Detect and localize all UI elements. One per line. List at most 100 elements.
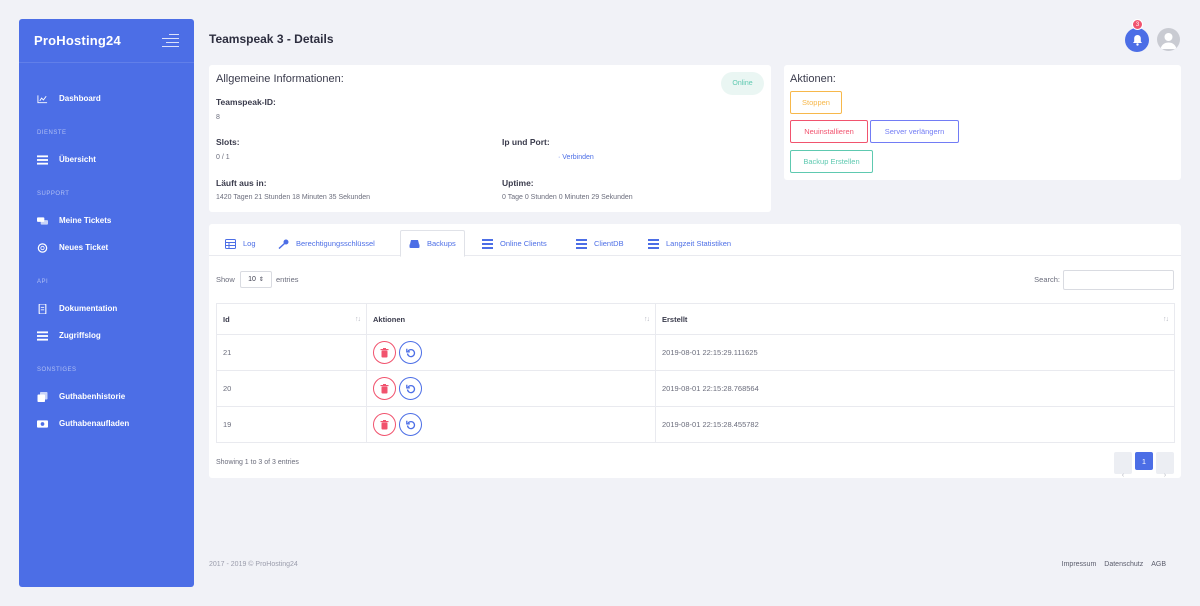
list-icon [37,154,48,165]
sidebar-nav: Dashboard DIENSTE Übersicht SUPPORT Mein… [19,63,194,437]
tab-clientdb[interactable]: ClientDB [576,230,624,257]
sidebar-item-label: Übersicht [59,155,96,164]
footer-link-datenschutz[interactable]: Datenschutz [1104,561,1143,568]
column-header-label: Erstellt [662,314,688,324]
uptime-value: 0 Tage 0 Stunden 0 Minuten 29 Sekunden [502,194,633,201]
pagination-prev-button[interactable]: ‹ [1114,452,1132,479]
column-header-aktionen[interactable]: Aktionen ↑↓ [366,303,656,335]
copyright: 2017 - 2019 © ProHosting24 [209,561,298,568]
sidebar-item-zugriffslog[interactable]: Zugriffslog [19,322,194,349]
table-row: 21 2019-08-01 22:15:29.111625 [216,334,1175,371]
tab-online-clients[interactable]: Online Clients [482,230,547,257]
entries-label: entries [276,275,299,284]
cell-id: 19 [216,406,367,443]
history-icon [37,391,48,402]
cell-created: 2019-08-01 22:15:28.455782 [655,406,1175,443]
chevron-right-icon: › [1163,469,1167,479]
extend-server-button[interactable]: Server verlängern [870,120,959,143]
restore-backup-button[interactable] [399,341,423,364]
sidebar-item-dashboard[interactable]: Dashboard [19,85,194,112]
delete-backup-button[interactable] [373,413,396,436]
tab-label: Backups [427,239,456,248]
notification-badge: 3 [1132,19,1143,30]
notifications-button[interactable] [1125,28,1149,52]
avatar[interactable] [1157,28,1180,51]
tab-backups[interactable]: Backups [400,230,465,257]
page-size-select[interactable]: 10 ⇕ [240,271,272,288]
column-header-id[interactable]: Id ↑↓ [216,303,367,335]
restore-icon [405,348,415,357]
database-icon [409,239,420,249]
sidebar-item-neues-ticket[interactable]: Neues Ticket [19,234,194,261]
cell-actions [366,334,656,371]
restore-backup-button[interactable] [399,413,423,436]
delete-backup-button[interactable] [373,377,396,400]
sidebar-item-label: Dashboard [59,94,101,103]
table-row: 20 2019-08-01 22:15:28.768564 [216,370,1175,407]
sidebar-item-dokumentation[interactable]: Dokumentation [19,295,194,322]
brand-logo[interactable]: ProHosting24 [34,33,121,48]
tab-berechtigungsschluessel[interactable]: Berechtigungsschlüssel [278,230,375,257]
list-icon [648,238,659,249]
page-size-value: 10 [248,276,256,283]
restore-icon [405,420,415,429]
backups-card: Log Berechtigungsschlüssel Backups Onlin… [209,224,1181,479]
connect-link[interactable]: · Verbinden [558,154,594,161]
expires-label: Läuft aus in: [216,178,267,188]
sidebar-item-label: Dokumentation [59,304,118,313]
stop-button[interactable]: Stoppen [790,91,842,114]
footer-link-impressum[interactable]: Impressum [1062,561,1097,568]
info-card-title: Allgemeine Informationen: [216,73,344,85]
cell-id: 20 [216,370,367,407]
money-icon [37,419,48,428]
sort-updown-icon: ⇕ [258,277,264,283]
user-icon [1160,33,1177,49]
slots-value: 0 / 1 [216,154,230,161]
uptime-label: Uptime: [502,178,534,188]
reinstall-button[interactable]: Neuinstallieren [790,120,868,143]
sidebar-section-support: SUPPORT [37,191,70,197]
footer-link-agb[interactable]: AGB [1151,561,1166,568]
brand-bar: ProHosting24 [19,19,194,63]
tickets-icon [37,216,48,225]
sidebar-item-meine-tickets[interactable]: Meine Tickets [19,207,194,234]
restore-backup-button[interactable] [399,377,423,400]
sort-desc-icon: ↑↓ [355,316,361,323]
teamspeak-id-value: 8 [216,114,220,121]
expires-value: 1420 Tagen 21 Stunden 18 Minuten 35 Seku… [216,194,370,201]
search-label: Search: [1034,275,1060,284]
actions-card: Aktionen: Stoppen Neuinstallieren Server… [784,65,1181,180]
tab-langzeit-statistiken[interactable]: Langzeit Statistiken [648,230,731,257]
pagination-page-1[interactable]: 1 [1135,452,1153,470]
pagination-next-button[interactable]: › [1156,452,1174,479]
list-icon [482,238,493,249]
trash-icon [380,419,389,429]
tab-label: Log [243,239,256,248]
sidebar-section-api: API [37,279,49,285]
key-icon [278,239,289,249]
table-header-row: Id ↑↓ Aktionen ↑↓ Erstellt ↑↓ [216,303,1175,335]
info-card: Allgemeine Informationen: Online Teamspe… [209,65,771,212]
tab-label: Berechtigungsschlüssel [296,239,375,248]
tab-log[interactable]: Log [225,230,256,257]
sort-icon: ↑↓ [644,316,650,323]
sidebar-item-guthabenhistorie[interactable]: Guthabenhistorie [19,383,194,410]
cell-actions [366,406,656,443]
table-controls: Show 10 ⇕ entries Search: [216,270,1174,292]
book-icon [37,303,48,314]
create-backup-button[interactable]: Backup Erstellen [790,150,873,173]
sidebar: ProHosting24 Dashboard DIENSTE Übersicht… [19,19,194,587]
tab-bar: Log Berechtigungsschlüssel Backups Onlin… [209,224,1181,257]
search-input[interactable] [1063,270,1174,290]
column-header-erstellt[interactable]: Erstellt ↑↓ [655,303,1175,335]
table-info: Showing 1 to 3 of 3 entries [216,459,299,466]
footer-links: Impressum Datenschutz AGB [1062,561,1166,568]
sidebar-section-sonstiges: SONSTIGES [37,367,77,373]
sidebar-item-guthabenaufladen[interactable]: Guthabenaufladen [19,410,194,437]
column-header-label: Aktionen [373,314,406,324]
delete-backup-button[interactable] [373,341,396,364]
sidebar-item-uebersicht[interactable]: Übersicht [19,146,194,173]
menu-toggle-icon[interactable] [162,34,179,47]
status-badge: Online [721,72,764,95]
tab-label: Langzeit Statistiken [666,239,732,248]
